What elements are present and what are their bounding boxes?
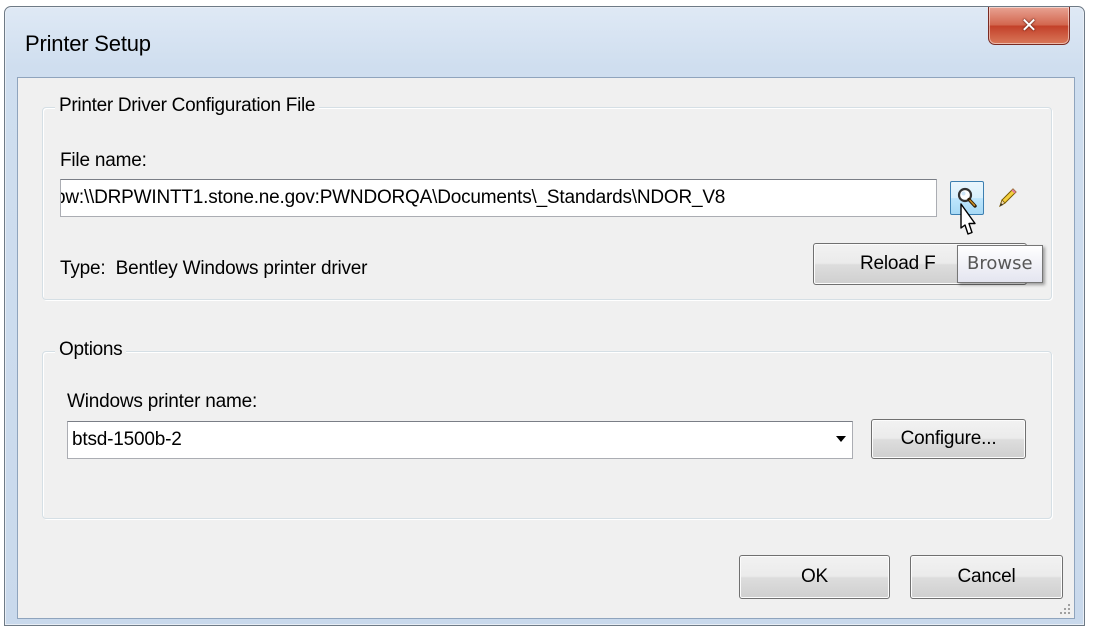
printer-name-label: Windows printer name: (67, 391, 258, 412)
edit-button[interactable] (993, 183, 1021, 213)
options-legend: Options (55, 339, 127, 361)
file-name-label: File name: (60, 150, 147, 171)
printer-name-dropdown[interactable]: btsd-1500b-2 (67, 421, 853, 459)
cancel-button[interactable]: Cancel (910, 555, 1063, 599)
title-bar[interactable]: Printer Setup ✕ (5, 7, 1084, 77)
ok-button-label: OK (800, 566, 829, 587)
printer-name-value: btsd-1500b-2 (72, 429, 182, 450)
window-title: Printer Setup (25, 31, 151, 56)
driver-type-label: Type: Bentley Windows printer driver (60, 258, 368, 279)
driver-config-legend: Printer Driver Configuration File (55, 95, 320, 117)
file-name-input[interactable] (61, 180, 936, 216)
configure-button-label: Configure... (900, 428, 997, 449)
driver-config-group: Printer Driver Configuration File File n… (42, 95, 1052, 300)
dialog-client-area: Printer Driver Configuration File File n… (17, 77, 1075, 619)
ok-button[interactable]: OK (739, 555, 890, 599)
resize-grip-icon[interactable] (1058, 602, 1072, 616)
cancel-button-label: Cancel (957, 566, 1016, 587)
file-name-field[interactable] (60, 179, 937, 217)
reload-button-label: Reload F (860, 253, 936, 274)
close-button[interactable]: ✕ (988, 7, 1070, 45)
configure-button[interactable]: Configure... (871, 419, 1026, 459)
browse-tooltip: Browse (957, 245, 1043, 283)
printer-setup-dialog: Printer Setup ✕ Printer Driver Configura… (4, 6, 1085, 626)
chevron-down-icon[interactable] (836, 436, 846, 442)
pencil-icon (999, 188, 1017, 208)
close-icon: ✕ (1020, 12, 1038, 37)
mouse-cursor-icon (960, 203, 976, 235)
options-group: Options Windows printer name: btsd-1500b… (42, 339, 1052, 519)
